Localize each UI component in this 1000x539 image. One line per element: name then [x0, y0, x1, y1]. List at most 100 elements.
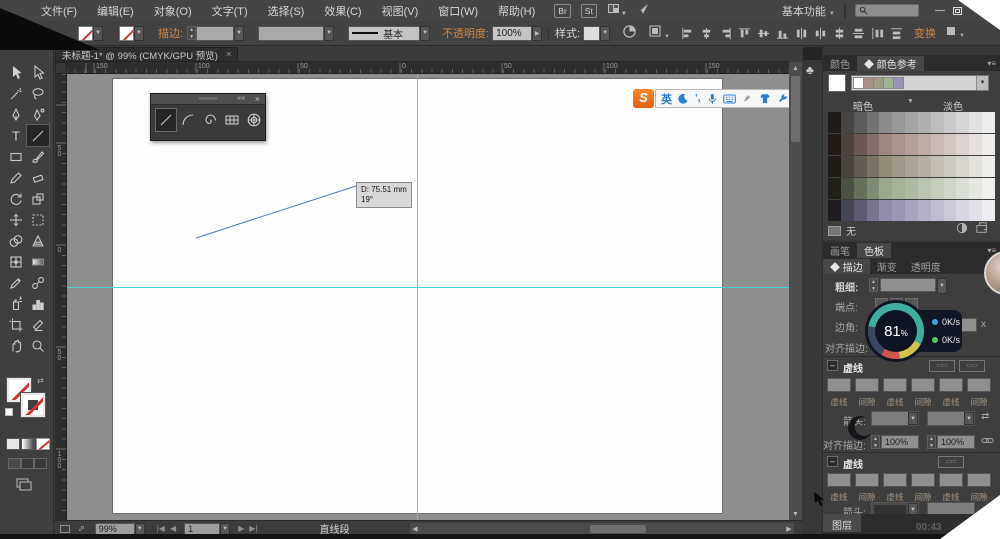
- color-variation-cell[interactable]: [982, 156, 995, 177]
- panel-menu-icon[interactable]: ▾≡: [987, 59, 996, 68]
- menu-5[interactable]: 选择(S): [259, 0, 314, 22]
- swap-arrowheads-icon[interactable]: ⇄: [981, 411, 989, 422]
- magic-wand-tool[interactable]: [5, 83, 27, 104]
- stroke-weight-label[interactable]: 描边:: [158, 25, 183, 41]
- none-button[interactable]: [36, 438, 50, 450]
- align-dash-button[interactable]: ▭▭: [959, 360, 985, 372]
- color-variation-cell[interactable]: [944, 156, 957, 177]
- color-variation-cell[interactable]: [828, 178, 841, 199]
- color-variation-cell[interactable]: [841, 112, 854, 133]
- color-variation-cell[interactable]: [892, 156, 905, 177]
- menu-6[interactable]: 效果(C): [315, 0, 370, 22]
- color-variation-cell[interactable]: [956, 200, 969, 221]
- opacity-label[interactable]: 不透明度:: [442, 25, 489, 41]
- color-variation-cell[interactable]: [905, 200, 918, 221]
- style-swatch[interactable]: [583, 26, 600, 41]
- line-tool[interactable]: [156, 109, 176, 131]
- scroll-up-icon[interactable]: ▲: [789, 62, 802, 74]
- color-variation-cell[interactable]: [905, 178, 918, 199]
- last-artboard-icon[interactable]: ▶|: [249, 524, 257, 533]
- color-variation-cell[interactable]: [918, 200, 931, 221]
- dash-field-1[interactable]: [827, 378, 851, 392]
- draw-inside-button[interactable]: [34, 458, 47, 469]
- align-top-icon[interactable]: [735, 25, 754, 42]
- color-variation-cell[interactable]: [944, 112, 957, 133]
- screen-mode-button[interactable]: [16, 478, 32, 496]
- polar-grid-tool[interactable]: [244, 109, 264, 131]
- tab-layers[interactable]: 图层: [823, 514, 861, 532]
- default-fill-stroke-icon[interactable]: [5, 408, 13, 416]
- harmony-dropdown[interactable]: ▼: [851, 75, 989, 91]
- eyedropper-tool[interactable]: [5, 272, 27, 293]
- dash-field-4[interactable]: [911, 378, 935, 392]
- color-variation-cell[interactable]: [969, 112, 982, 133]
- arrowhead-start-dropdown[interactable]: ▼: [871, 411, 919, 426]
- horizontal-scroll-thumb[interactable]: [590, 525, 646, 533]
- arrowhead-end-dropdown[interactable]: ▼: [927, 411, 975, 426]
- color-variation-cell[interactable]: [969, 200, 982, 221]
- scroll-down-icon[interactable]: ▼: [789, 508, 802, 520]
- distribute-4-icon[interactable]: [849, 25, 868, 42]
- distribute-5-icon[interactable]: [868, 25, 887, 42]
- align-h-center-icon[interactable]: [697, 25, 716, 42]
- color-variation-cell[interactable]: [982, 112, 995, 133]
- horizontal-ruler[interactable]: 15010050050100150: [67, 62, 789, 74]
- variation-menu-icon[interactable]: ▼: [907, 98, 914, 105]
- color-variation-cell[interactable]: [854, 200, 867, 221]
- color-variation-cell[interactable]: [854, 156, 867, 177]
- artboard-nav-icon[interactable]: [60, 525, 70, 533]
- tab-transparency[interactable]: 透明度: [904, 259, 948, 274]
- gradient-tool[interactable]: [27, 251, 49, 272]
- rotate-tool[interactable]: [5, 188, 27, 209]
- color-variation-cell[interactable]: [828, 200, 841, 221]
- swap-fill-stroke-icon[interactable]: ⇄: [37, 376, 44, 385]
- color-variation-cell[interactable]: [918, 178, 931, 199]
- artboard-tool[interactable]: [5, 314, 27, 335]
- tab-color[interactable]: 颜色: [823, 56, 857, 71]
- ime-language-icon[interactable]: 英: [661, 91, 672, 107]
- distribute-2-icon[interactable]: [811, 25, 830, 42]
- color-variation-cell[interactable]: [931, 112, 944, 133]
- zoom-tool[interactable]: [27, 335, 49, 356]
- ime-halfwidth-moon-icon[interactable]: [678, 93, 689, 104]
- vertical-scroll-thumb[interactable]: [791, 76, 800, 142]
- ime-punctuation-icon[interactable]: ’,: [695, 95, 701, 103]
- menu-2[interactable]: 编辑(E): [88, 0, 143, 22]
- blend-tool[interactable]: [27, 272, 49, 293]
- free-transform-tool[interactable]: [27, 209, 49, 230]
- symbol-sprayer-tool[interactable]: [5, 293, 27, 314]
- color-variation-cell[interactable]: [956, 134, 969, 155]
- color-variation-cell[interactable]: [892, 200, 905, 221]
- color-variation-cell[interactable]: [931, 200, 944, 221]
- scale-start-field[interactable]: 100%: [881, 435, 919, 449]
- color-variation-cell[interactable]: [944, 134, 957, 155]
- color-variation-cell[interactable]: [956, 112, 969, 133]
- align-left-icon[interactable]: [678, 25, 697, 42]
- share-icon[interactable]: [635, 2, 649, 20]
- ime-mic-icon[interactable]: [707, 93, 717, 105]
- menu-7[interactable]: 视图(V): [373, 0, 428, 22]
- color-variation-cell[interactable]: [982, 200, 995, 221]
- preserve-dash-button-2[interactable]: ▭▭: [938, 456, 964, 468]
- close-panel-icon[interactable]: ×: [255, 94, 260, 104]
- menu-4[interactable]: 文字(T): [203, 0, 257, 22]
- recolor-artwork-icon[interactable]: [622, 24, 637, 42]
- first-artboard-icon[interactable]: |◀: [157, 524, 165, 533]
- collapse-panel-icon[interactable]: ««: [237, 95, 245, 102]
- vertical-scrollbar[interactable]: ▲ ▼: [789, 62, 802, 520]
- color-variation-cell[interactable]: [931, 178, 944, 199]
- paintbrush-tool[interactable]: [27, 146, 49, 167]
- color-variation-cell[interactable]: [828, 134, 841, 155]
- save-to-swatches-icon[interactable]: [975, 222, 989, 237]
- color-variation-cell[interactable]: [879, 200, 892, 221]
- color-variation-cell[interactable]: [828, 112, 841, 133]
- color-variation-cell[interactable]: [969, 134, 982, 155]
- menu-1[interactable]: 文件(F): [32, 0, 86, 22]
- color-variation-cell[interactable]: [982, 134, 995, 155]
- lasso-tool[interactable]: [27, 83, 49, 104]
- color-variation-cell[interactable]: [841, 156, 854, 177]
- color-variation-cell[interactable]: [854, 178, 867, 199]
- search-input[interactable]: [855, 4, 919, 17]
- style-dropdown-icon[interactable]: ▼: [600, 26, 610, 41]
- column-graph-tool[interactable]: [27, 293, 49, 314]
